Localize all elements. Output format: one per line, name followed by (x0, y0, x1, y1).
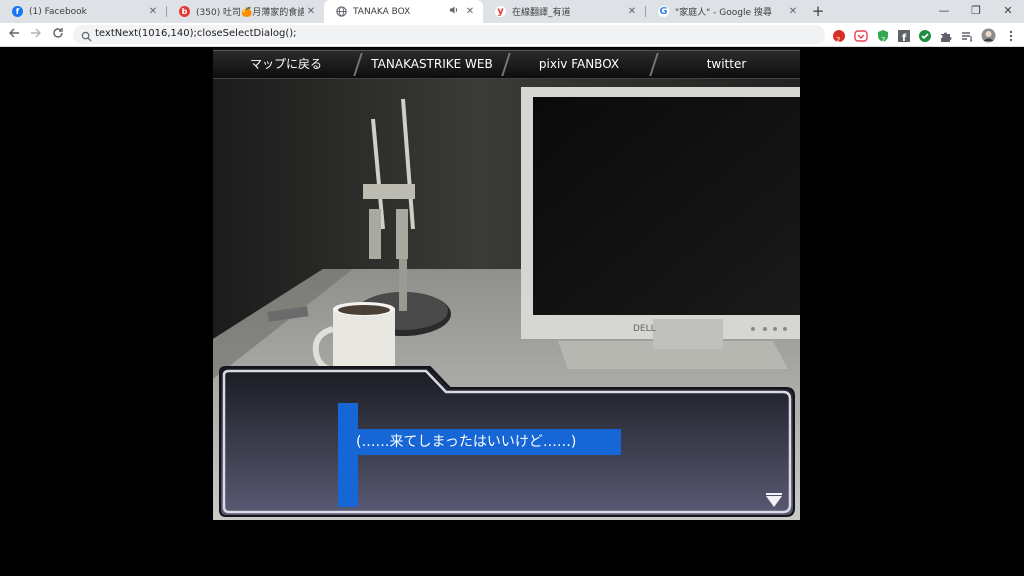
facebook-extension-icon[interactable]: f (897, 28, 911, 44)
game-menu-bar: マップに戻る TANAKASTRIKE WEB pixiv FANBOX twi… (213, 50, 800, 79)
facebook-icon: f (12, 6, 23, 17)
tab-title: (1) Facebook (29, 6, 87, 17)
search-icon (81, 27, 92, 46)
tab-recipe[interactable]: b (350) 吐司🍊月薄家的食譜T [acc ✕ (167, 0, 324, 23)
menu-twitter[interactable]: twitter (653, 51, 800, 78)
svg-text:f: f (902, 33, 907, 43)
browser-toolbar: textNext(1016,140);closeSelectDialog(); … (0, 23, 1024, 47)
arrow-left-icon (9, 28, 19, 38)
next-page-arrow-icon[interactable] (764, 493, 784, 509)
more-menu-icon[interactable] (1004, 28, 1018, 42)
maximize-button[interactable]: ❐ (960, 0, 992, 23)
address-bar[interactable]: textNext(1016,140);closeSelectDialog(); (73, 25, 825, 44)
speaker-icon[interactable] (449, 5, 459, 18)
new-tab-button[interactable]: + (809, 2, 827, 20)
check-extension-icon[interactable] (918, 28, 932, 42)
svg-text:2: 2 (836, 36, 840, 43)
tab-strip: f (1) Facebook ✕ b (350) 吐司🍊月薄家的食譜T [acc… (0, 0, 1024, 23)
reload-icon (53, 28, 63, 38)
reading-list-icon[interactable] (960, 28, 974, 43)
monitor-brand: DELL (633, 324, 656, 334)
close-tab-icon[interactable]: ✕ (625, 6, 639, 17)
game-canvas[interactable]: マップに戻る TANAKASTRIKE WEB pixiv FANBOX twi… (213, 48, 800, 520)
pocket-extension-icon[interactable] (854, 28, 868, 42)
tab-title: TANAKA BOX (353, 6, 411, 17)
arrow-right-icon (31, 28, 41, 38)
tab-title: 在線翻譯_有道 (512, 8, 571, 18)
close-window-button[interactable]: ✕ (992, 0, 1024, 23)
svg-text:2: 2 (881, 36, 885, 43)
blog-icon: b (179, 6, 190, 17)
minimize-button[interactable]: — (928, 0, 960, 23)
close-tab-icon[interactable]: ✕ (786, 6, 800, 17)
tab-youdao[interactable]: y 在線翻譯_有道 ✕ (483, 0, 645, 23)
dialogue-text: (……来てしまったはいいけど……) (353, 429, 621, 455)
reload-button[interactable] (50, 27, 66, 43)
google-icon: G (658, 6, 669, 17)
address-bar-text: textNext(1016,140);closeSelectDialog(); (95, 28, 297, 39)
tab-title: "家庭人" - Google 搜尋 (675, 8, 772, 18)
menu-tanakastrike-web[interactable]: TANAKASTRIKE WEB (359, 51, 505, 78)
shield-extension-icon[interactable]: 2 (876, 28, 890, 44)
back-button[interactable] (6, 27, 22, 43)
tab-google-search[interactable]: G "家庭人" - Google 搜尋 ✕ (646, 0, 806, 23)
adblock-extension-icon[interactable]: 2 (832, 28, 846, 44)
close-tab-icon[interactable]: ✕ (304, 6, 318, 17)
tab-title: (350) 吐司🍊月薄家的食譜T [acc (196, 8, 304, 18)
forward-button[interactable] (28, 27, 44, 43)
close-tab-icon[interactable]: ✕ (146, 6, 160, 17)
avatar[interactable] (981, 28, 996, 43)
tab-facebook[interactable]: f (1) Facebook ✕ (0, 0, 166, 23)
text-cursor-highlight (338, 403, 358, 507)
menu-back-to-map[interactable]: マップに戻る (213, 51, 359, 78)
menu-pixiv-fanbox[interactable]: pixiv FANBOX (505, 51, 653, 78)
youdao-icon: y (495, 6, 506, 17)
close-tab-icon[interactable]: ✕ (463, 6, 477, 17)
globe-icon (336, 6, 347, 17)
tab-tanaka-box[interactable]: TANAKA BOX ✕ (324, 0, 483, 23)
puzzle-extension-icon[interactable] (939, 28, 953, 42)
